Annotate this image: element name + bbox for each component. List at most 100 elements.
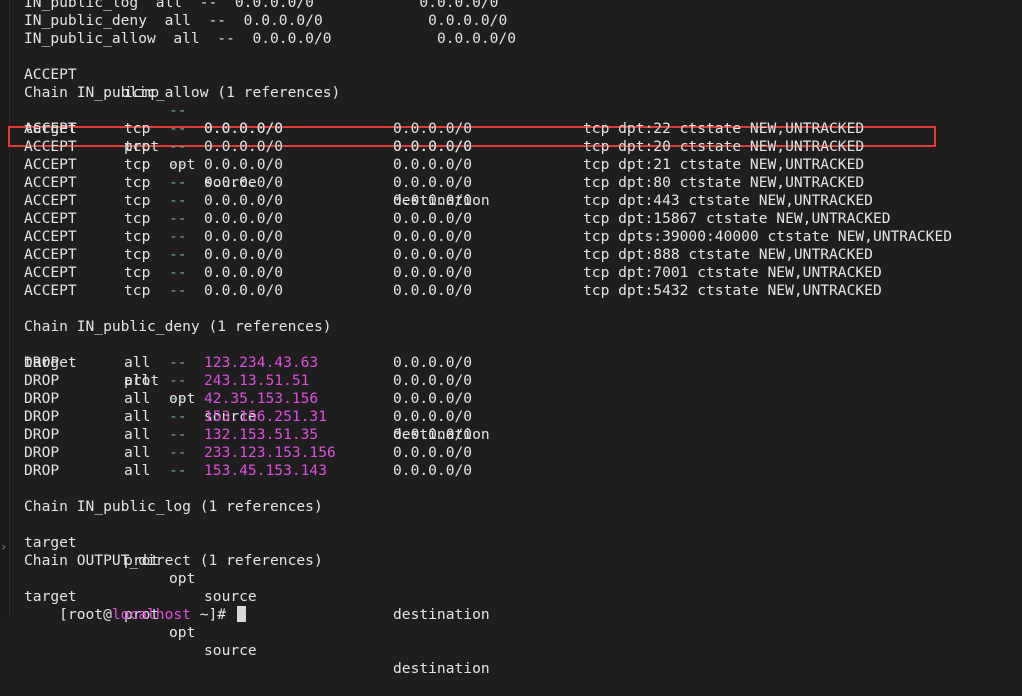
chain-title: Chain IN_public_log (1 references) <box>24 498 323 515</box>
table-row: ACCEPT tcp -- 0.0.0.0/0 0.0.0.0/0 tcp dpt:888… <box>24 246 1022 264</box>
rule-prot: tcp <box>124 210 151 227</box>
table-header: target prot opt source destination <box>24 588 490 677</box>
table-row: ACCEPT tcp -- 0.0.0.0/0 0.0.0.0/0 tcp dpts:39… <box>24 228 1022 246</box>
rule-target: ACCEPT <box>24 282 77 299</box>
rule-destination: 0.0.0.0/0 <box>393 408 473 425</box>
rule-target: ACCEPT <box>24 138 77 155</box>
rule-prot: tcp <box>124 174 151 191</box>
rule-destination: 0.0.0.0/0 <box>393 426 473 443</box>
rule-opt: -- <box>169 408 187 425</box>
rule-opt: -- <box>169 372 187 389</box>
rule-opt: -- <box>169 138 187 155</box>
rule-destination: 0.0.0.0/0 <box>393 354 473 371</box>
rule-destination: 0.0.0.0/0 <box>393 156 473 173</box>
rule-destination: 0.0.0.0/0 <box>393 138 473 155</box>
rule-opt: -- <box>169 192 187 209</box>
rule-prot: all <box>124 390 151 407</box>
chain-title: Chain OUTPUT_direct (1 references) <box>24 552 323 569</box>
rule-extension: tcp dpts:39000:40000 ctstate NEW,UNTRACK… <box>583 228 953 245</box>
rule-extension: tcp dpt:21 ctstate NEW,UNTRACKED <box>583 156 865 173</box>
shell-prompt[interactable]: [root@localhost ~]# <box>24 588 1022 623</box>
rule-target: DROP <box>24 390 60 407</box>
prompt-host: localhost <box>111 606 191 623</box>
rule-target: DROP <box>24 354 60 371</box>
rule-extension: tcp dpt:22 ctstate NEW,UNTRACKED <box>583 120 865 137</box>
table-row: ACCEPT tcp -- 0.0.0.0/0 0.0.0.0/0 tcp dpt:543… <box>24 282 1022 300</box>
rule-source: 233.123.153.156 <box>204 444 336 461</box>
rule-prot: tcp <box>124 138 151 155</box>
rule-extension: tcp dpt:443 ctstate NEW,UNTRACKED <box>583 192 873 209</box>
rule-source: 0.0.0.0/0 <box>204 174 284 191</box>
rule-destination: 0.0.0.0/0 <box>393 390 473 407</box>
chain-title: Chain IN_public_allow (1 references) <box>24 84 341 101</box>
rule-target: ACCEPT <box>24 192 77 209</box>
rule-target: ACCEPT <box>24 174 77 191</box>
rule-source: 42.35.153.156 <box>204 390 319 407</box>
rule-source: 0.0.0.0/0 <box>204 210 284 227</box>
rule-opt: -- <box>169 390 187 407</box>
rule-target: ACCEPT <box>24 156 77 173</box>
rule-extension: tcp dpt:20 ctstate NEW,UNTRACKED <box>583 138 865 155</box>
rule-opt: -- <box>169 426 187 443</box>
table-row: DROP all -- 243.13.51.51 0.0.0.0/0 <box>24 372 1022 390</box>
rule-opt: -- <box>169 120 187 137</box>
rule-source: 0.0.0.0/0 <box>204 246 284 263</box>
rule-opt: -- <box>169 210 187 227</box>
rule-target: DROP <box>24 408 60 425</box>
rule-prot: all <box>124 354 151 371</box>
rule-source: 0.0.0.0/0 <box>204 228 284 245</box>
rule-destination: 0.0.0.0/0 <box>393 264 473 281</box>
rule-target: DROP <box>24 426 60 443</box>
terminal-output[interactable]: IN_public_log all -- 0.0.0.0/0 0.0.0.0/0… <box>24 0 1022 677</box>
rule-source: 0.0.0.0/0 <box>204 282 284 299</box>
chevron-right-icon[interactable]: › <box>0 540 7 554</box>
table-header: target prot opt source destination <box>24 354 490 443</box>
table-header: target prot opt source destination <box>24 534 490 623</box>
rule-prot: tcp <box>124 264 151 281</box>
rule-destination: 0.0.0.0/0 <box>393 444 473 461</box>
table-row: DROP all -- 132.153.51.35 0.0.0.0/0 <box>24 426 1022 444</box>
table-row: ACCEPT tcp -- 0.0.0.0/0 0.0.0.0/0 tcp dpt:20 … <box>24 138 1022 156</box>
rule-destination: 0.0.0.0/0 <box>393 462 473 479</box>
rule-prot: tcp <box>124 228 151 245</box>
rule-source: 243.13.51.51 <box>204 372 310 389</box>
rule-opt: -- <box>169 246 187 263</box>
table-row: ACCEPT tcp -- 0.0.0.0/0 0.0.0.0/0 tcp dpt:21 … <box>24 156 1022 174</box>
output-line: IN_public_allow all -- 0.0.0.0/0 0.0.0.0… <box>24 30 517 47</box>
chain-title: Chain IN_public_deny (1 references) <box>24 318 332 335</box>
rule-destination: 0.0.0.0/0 <box>393 120 473 137</box>
rule-source: 0.0.0.0/0 <box>204 192 284 209</box>
rule-source: 153.156.251.31 <box>204 408 328 425</box>
table-header: target prot opt source destination <box>24 120 490 209</box>
rule-destination: 0.0.0.0/0 <box>393 282 473 299</box>
rule-target: DROP <box>24 372 60 389</box>
table-row: DROP all -- 233.123.153.156 0.0.0.0/0 <box>24 444 1022 462</box>
rule-extension: tcp dpt:5432 ctstate NEW,UNTRACKED <box>583 282 882 299</box>
table-row: ACCEPT tcp -- 0.0.0.0/0 0.0.0.0/0 tcp dpt:700… <box>24 264 1022 282</box>
rule-destination: 0.0.0.0/0 <box>393 192 473 209</box>
rule-opt: -- <box>169 444 187 461</box>
rule-destination: 0.0.0.0/0 <box>393 228 473 245</box>
rule-opt: -- <box>169 264 187 281</box>
rule-prot: tcp <box>124 282 151 299</box>
rule-extension: tcp dpt:7001 ctstate NEW,UNTRACKED <box>583 264 882 281</box>
allow-rules-list: ACCEPT tcp -- 0.0.0.0/0 0.0.0.0/0 tcp dpt:22 … <box>24 120 1022 300</box>
table-row: DROP all -- 153.45.153.143 0.0.0.0/0 <box>24 462 1022 480</box>
deny-rules-list: DROP all -- 123.234.43.63 0.0.0.0/0 DROP all --… <box>24 354 1022 480</box>
text-cursor <box>236 606 246 622</box>
rule-prot: all <box>124 372 151 389</box>
output-line: IN_public_deny all -- 0.0.0.0/0 0.0.0.0/… <box>24 12 508 29</box>
rule-extension: tcp dpt:888 ctstate NEW,UNTRACKED <box>583 246 873 263</box>
rule-opt: -- <box>169 462 187 479</box>
rule-source: 132.153.51.35 <box>204 426 319 443</box>
table-row: ACCEPT tcp -- 0.0.0.0/0 0.0.0.0/0 tcp dpt:158… <box>24 210 1022 228</box>
rule-destination: 0.0.0.0/0 <box>393 210 473 227</box>
rule-source: 0.0.0.0/0 <box>204 264 284 281</box>
rule-opt: -- <box>169 354 187 371</box>
rule-prot: tcp <box>124 192 151 209</box>
rule-opt: -- <box>169 174 187 191</box>
rule-prot: all <box>124 426 151 443</box>
